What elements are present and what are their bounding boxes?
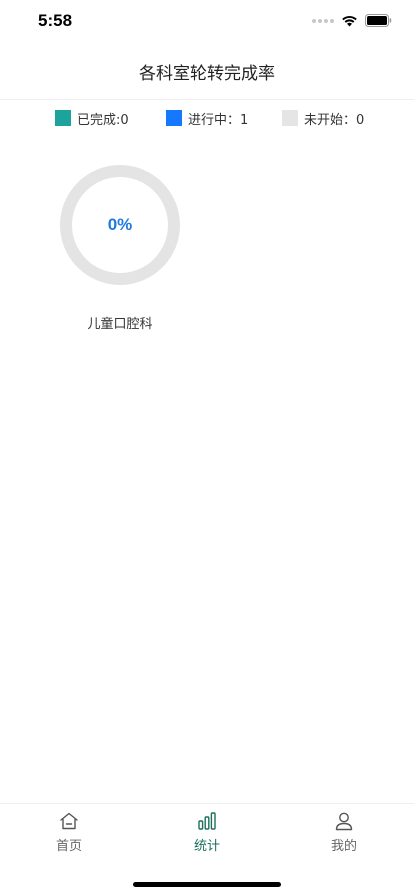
tab-statistics[interactable]: 统计	[167, 810, 247, 854]
tab-home[interactable]: 首页	[29, 810, 109, 854]
legend-label-completed: 已完成:0	[77, 112, 129, 128]
legend-label-in-progress: 进行中：1	[188, 112, 249, 128]
tab-profile[interactable]: 我的	[304, 810, 384, 854]
progress-ring: 0%	[58, 163, 182, 287]
legend-item-completed: 已完成:0	[55, 108, 129, 128]
department-name: 儿童口腔科	[87, 317, 153, 332]
status-icons	[312, 14, 392, 27]
legend-item-not-started: 未开始：0	[282, 108, 364, 128]
legend: 已完成:0 进行中：1 未开始：0	[0, 108, 414, 128]
legend-swatch-not-started	[282, 110, 298, 126]
tab-label-statistics: 统计	[193, 839, 220, 854]
progress-percent: 0%	[107, 215, 133, 234]
legend-swatch-in-progress	[166, 110, 182, 126]
tab-label-home: 首页	[55, 839, 82, 854]
home-icon	[59, 810, 79, 832]
department-card[interactable]: 0% 儿童口腔科	[58, 163, 182, 332]
legend-item-in-progress: 进行中：1	[166, 108, 248, 128]
nav-bar: 各科室轮转完成率	[0, 44, 414, 100]
tab-label-profile: 我的	[330, 839, 357, 854]
user-icon	[334, 810, 354, 832]
tab-bar: 首页 统计 我的	[0, 803, 414, 857]
bar-chart-icon	[197, 810, 217, 832]
wifi-icon	[341, 15, 358, 27]
screen: 5:58 各科室轮转完成率 已完成:0 进行中：1 未开始：0 0% 儿童口腔科…	[0, 0, 414, 896]
status-bar: 5:58	[0, 0, 414, 44]
page-title: 各科室轮转完成率	[139, 64, 275, 84]
legend-swatch-completed	[55, 110, 71, 126]
status-time: 5:58	[38, 11, 73, 30]
home-indicator[interactable]	[133, 882, 281, 887]
battery-icon	[365, 14, 392, 27]
legend-label-not-started: 未开始：0	[304, 112, 365, 128]
signal-icon	[312, 18, 334, 23]
